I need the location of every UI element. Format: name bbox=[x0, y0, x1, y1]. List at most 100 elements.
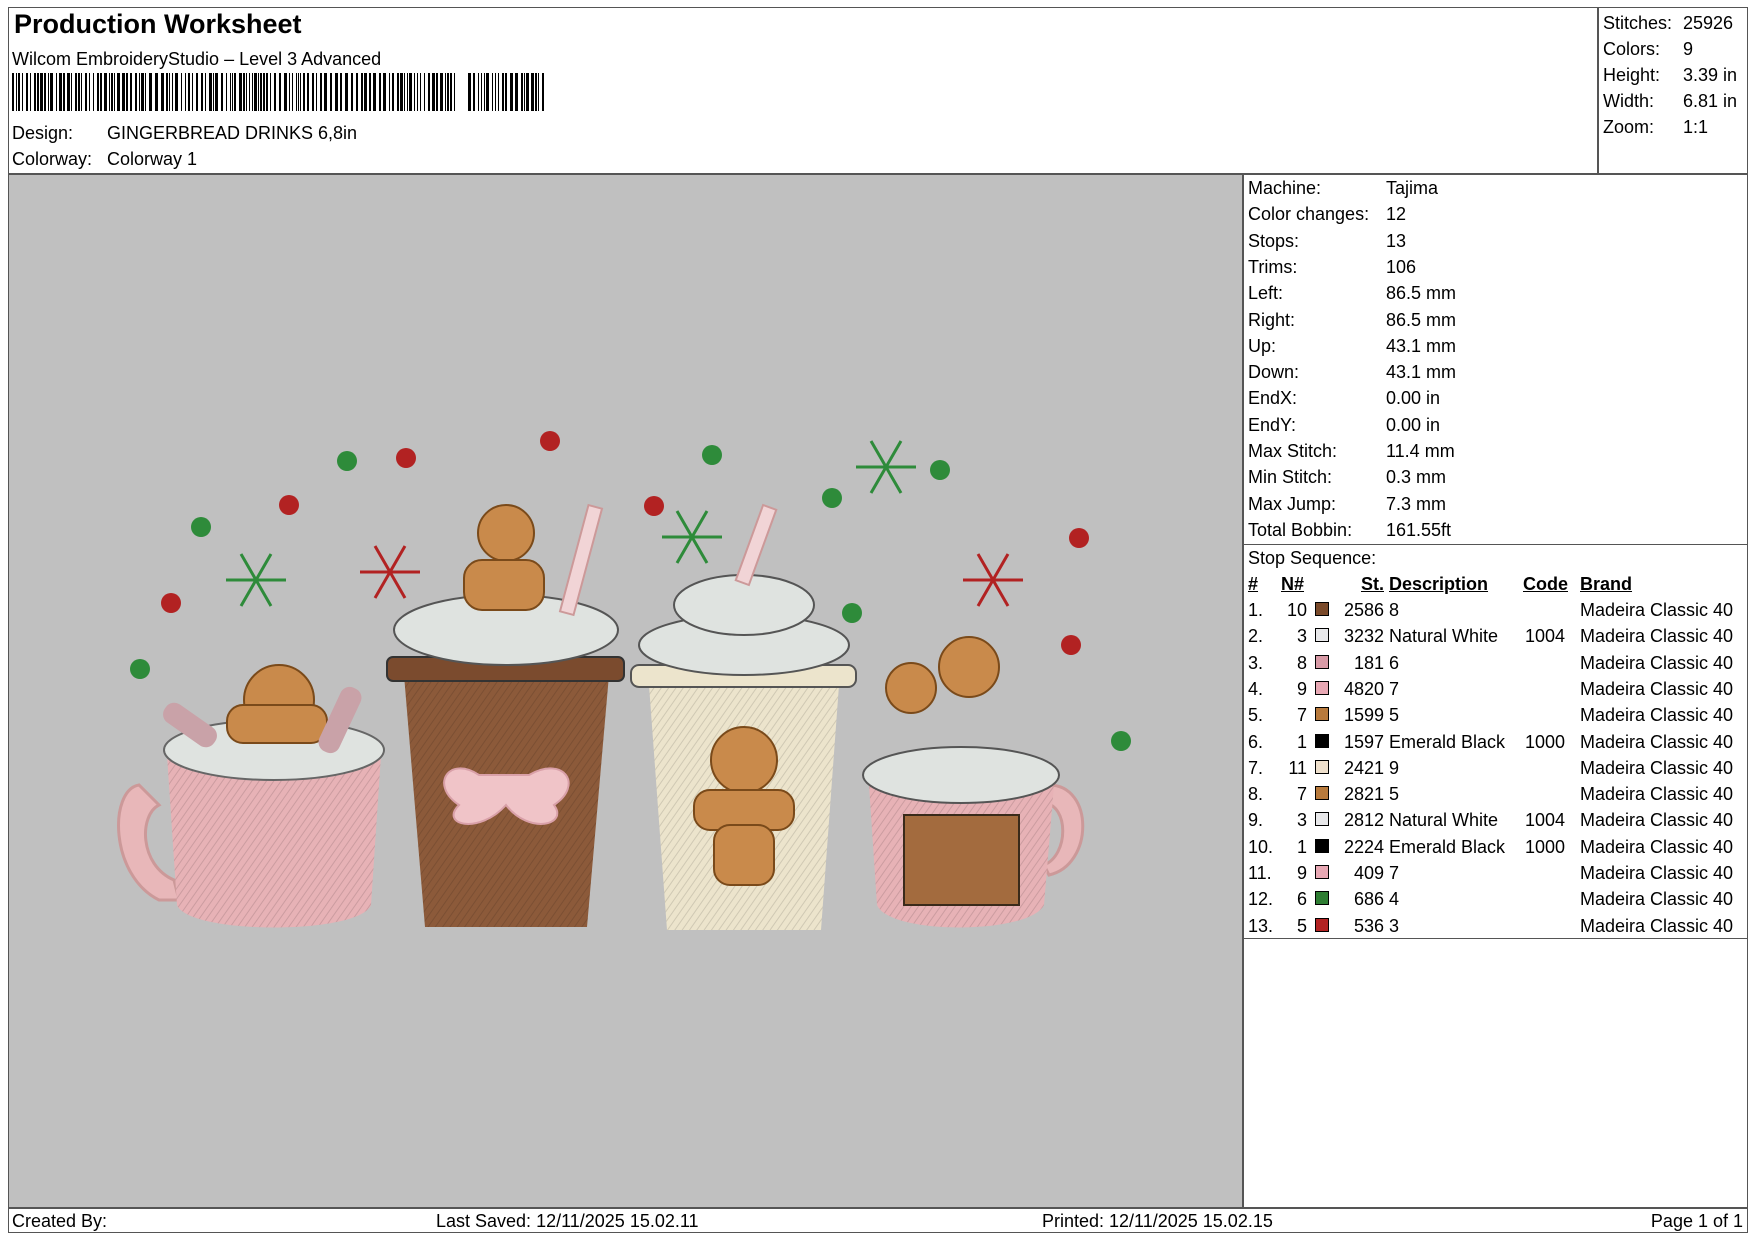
thread-brand: Madeira Classic 40 bbox=[1580, 678, 1734, 699]
thread-description: 7 bbox=[1389, 678, 1400, 699]
thread-description: Emerald Black bbox=[1389, 731, 1506, 752]
machine-info-value: 12 bbox=[1386, 204, 1407, 225]
thread-description: 6 bbox=[1389, 652, 1400, 673]
row-number: 10. bbox=[1248, 836, 1274, 857]
stat-value: 3.39 in bbox=[1683, 65, 1738, 85]
row-number: 1. bbox=[1248, 600, 1264, 620]
thread-code: 1000 bbox=[1524, 836, 1565, 857]
stop-sequence-header: # N# St. Description Code Brand bbox=[1244, 573, 1747, 597]
machine-info-value: Tajima bbox=[1386, 178, 1439, 198]
row-number: 11. bbox=[1248, 863, 1272, 883]
thread-description: 9 bbox=[1389, 757, 1400, 778]
machine-info-value: 86.5 mm bbox=[1386, 283, 1457, 304]
stitch-count: 181 bbox=[1353, 652, 1384, 673]
embroidery-design-image bbox=[117, 431, 1131, 930]
divider bbox=[1244, 544, 1747, 545]
col-brand: Brand bbox=[1580, 574, 1633, 594]
worksheet-footer: Created By: Last Saved: 12/11/2025 15.02… bbox=[8, 1208, 1748, 1233]
needle-number: 7 bbox=[1296, 705, 1307, 726]
machine-info-label: Min Stitch: bbox=[1248, 467, 1333, 488]
thread-brand: Madeira Classic 40 bbox=[1580, 889, 1734, 910]
needle-number: 3 bbox=[1296, 810, 1307, 831]
row-number: 13. bbox=[1248, 915, 1274, 936]
color-swatch bbox=[1315, 865, 1329, 879]
thread-code: 1004 bbox=[1524, 810, 1565, 831]
stitch-count: 2586 bbox=[1343, 600, 1384, 620]
thread-brand: Madeira Classic 40 bbox=[1580, 784, 1734, 805]
thread-brand: Madeira Classic 40 bbox=[1580, 757, 1734, 778]
col-needle: N# bbox=[1281, 574, 1305, 594]
machine-info-value: 7.3 mm bbox=[1386, 493, 1447, 514]
thread-brand: Madeira Classic 40 bbox=[1580, 915, 1734, 936]
stitch-count: 2821 bbox=[1343, 784, 1384, 805]
stitch-count: 2224 bbox=[1343, 836, 1384, 857]
needle-number: 8 bbox=[1296, 652, 1307, 673]
thread-code: 1004 bbox=[1524, 626, 1565, 647]
col-stitches: St. bbox=[1360, 574, 1384, 594]
row-number: 6. bbox=[1248, 731, 1264, 752]
color-swatch bbox=[1315, 838, 1329, 853]
machine-info-label: EndX: bbox=[1248, 388, 1298, 409]
table-row: 8. 7 2821 5 Madeira Classic 40 bbox=[1244, 783, 1747, 807]
machine-info-label: Stops: bbox=[1248, 230, 1300, 251]
machine-info-value: 43.1 mm bbox=[1386, 335, 1457, 356]
divider bbox=[1244, 938, 1747, 939]
printed-date: Printed: 12/11/2025 15.02.15 bbox=[1042, 1211, 1273, 1231]
table-row: 10. 1 2224 Emerald Black 1000 Madeira Classic… bbox=[1244, 836, 1747, 860]
needle-number: 5 bbox=[1296, 915, 1307, 936]
table-row: 2. 3 3232 Natural White 1004 Madeira Classic … bbox=[1244, 625, 1747, 649]
stat-label: Zoom: bbox=[1603, 117, 1655, 137]
table-row: 12. 6 686 4 Madeira Classic 40 bbox=[1244, 888, 1747, 912]
row-number: 5. bbox=[1248, 705, 1264, 726]
stitch-count: 4820 bbox=[1343, 678, 1384, 699]
machine-info-label: Right: bbox=[1248, 309, 1296, 330]
table-row: 7. 11 2421 9 Madeira Classic 40 bbox=[1244, 757, 1747, 781]
stitch-count: 1599 bbox=[1343, 705, 1384, 726]
needle-number: 9 bbox=[1296, 863, 1307, 883]
row-number: 8. bbox=[1248, 784, 1264, 805]
color-swatch bbox=[1315, 733, 1329, 748]
stop-sequence-title: Stop Sequence: bbox=[1248, 548, 1377, 568]
machine-info-value: 86.5 mm bbox=[1386, 309, 1457, 330]
machine-info-label: Color changes: bbox=[1248, 204, 1370, 225]
machine-info-label: EndY: bbox=[1248, 414, 1297, 435]
stats-box: Stitches: 25926 Colors: 9 Height: 3.39 in Widt… bbox=[1598, 7, 1748, 174]
barcode bbox=[12, 73, 544, 111]
machine-info-label: Total Bobbin: bbox=[1248, 519, 1353, 540]
page-number: Page 1 of 1 bbox=[1650, 1211, 1743, 1231]
col-code: Code bbox=[1523, 574, 1568, 594]
stat-label: Width: bbox=[1603, 91, 1655, 111]
stat-value: 25926 bbox=[1683, 13, 1734, 33]
last-saved: Last Saved: 12/11/2025 15.02.11 bbox=[436, 1211, 699, 1231]
row-number: 9. bbox=[1248, 810, 1264, 831]
color-swatch bbox=[1315, 707, 1329, 722]
table-row: 1. 10 2586 8 Madeira Classic 40 bbox=[1244, 599, 1747, 623]
stitch-count: 686 bbox=[1353, 889, 1384, 910]
machine-info-value: 0.00 in bbox=[1386, 388, 1441, 409]
needle-number: 6 bbox=[1296, 889, 1307, 910]
row-number: 12. bbox=[1248, 889, 1274, 910]
machine-info-label: Machine: bbox=[1248, 178, 1322, 198]
machine-info-value: 106 bbox=[1386, 256, 1417, 277]
needle-number: 3 bbox=[1296, 626, 1307, 647]
pink-mug bbox=[117, 664, 385, 928]
brown-cup bbox=[386, 503, 625, 927]
thread-brand: Madeira Classic 40 bbox=[1580, 705, 1734, 726]
row-number: 7. bbox=[1248, 757, 1264, 778]
table-row: 13. 5 536 3 Madeira Classic 40 bbox=[1244, 915, 1747, 939]
table-row: 4. 9 4820 7 Madeira Classic 40 bbox=[1244, 678, 1747, 702]
machine-info-label: Up: bbox=[1248, 335, 1277, 356]
stat-label: Stitches: bbox=[1603, 13, 1673, 33]
color-swatch bbox=[1315, 759, 1329, 774]
row-number: 4. bbox=[1248, 678, 1264, 699]
needle-number: 11 bbox=[1288, 757, 1307, 778]
color-swatch bbox=[1315, 812, 1329, 827]
thread-description: Natural White bbox=[1389, 810, 1499, 831]
table-row: 11. 9 409 7 Madeira Classic 40 bbox=[1244, 862, 1747, 886]
house-mug bbox=[862, 636, 1085, 928]
thread-brand: Madeira Classic 40 bbox=[1580, 652, 1734, 673]
machine-info-label: Max Jump: bbox=[1248, 493, 1337, 514]
stitch-count: 1597 bbox=[1343, 731, 1384, 752]
machine-info-label: Left: bbox=[1248, 283, 1284, 304]
needle-number: 10 bbox=[1286, 600, 1307, 620]
